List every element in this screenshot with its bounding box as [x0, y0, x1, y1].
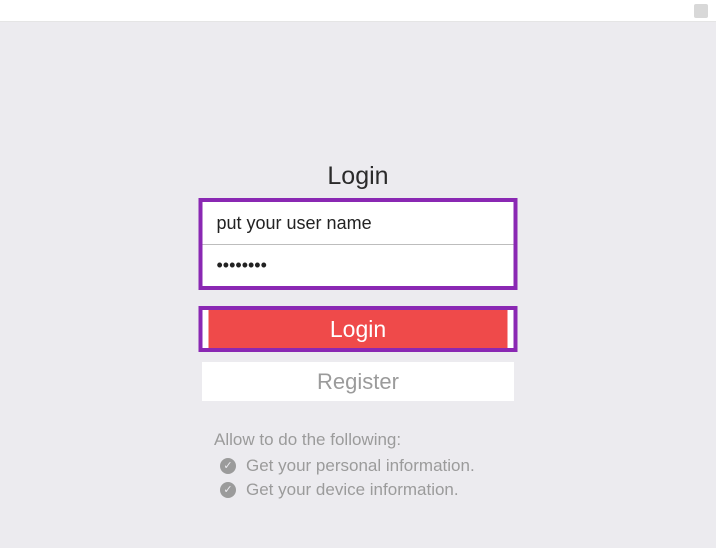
- permission-item: ✓ Get your personal information.: [214, 456, 475, 476]
- permission-text: Get your personal information.: [246, 456, 475, 476]
- login-button[interactable]: Login: [209, 310, 508, 348]
- login-button-frame: Login: [199, 306, 518, 352]
- password-input[interactable]: [217, 255, 500, 276]
- register-button[interactable]: Register: [202, 362, 514, 401]
- check-icon: ✓: [220, 458, 236, 474]
- permissions-title: Allow to do the following:: [214, 430, 475, 450]
- page-title: Login: [0, 162, 716, 191]
- topbar-badge[interactable]: [694, 4, 708, 18]
- username-input[interactable]: [217, 213, 500, 234]
- permission-item: ✓ Get your device information.: [214, 480, 475, 500]
- permissions-block: Allow to do the following: ✓ Get your pe…: [214, 430, 475, 500]
- permission-text: Get your device information.: [246, 480, 459, 500]
- content-stage: Login Login Register Allow to do the fol…: [0, 22, 716, 548]
- check-icon: ✓: [220, 482, 236, 498]
- password-row: [203, 244, 514, 286]
- username-row: [203, 202, 514, 244]
- credentials-group: [199, 198, 518, 290]
- title-bar: [0, 0, 716, 22]
